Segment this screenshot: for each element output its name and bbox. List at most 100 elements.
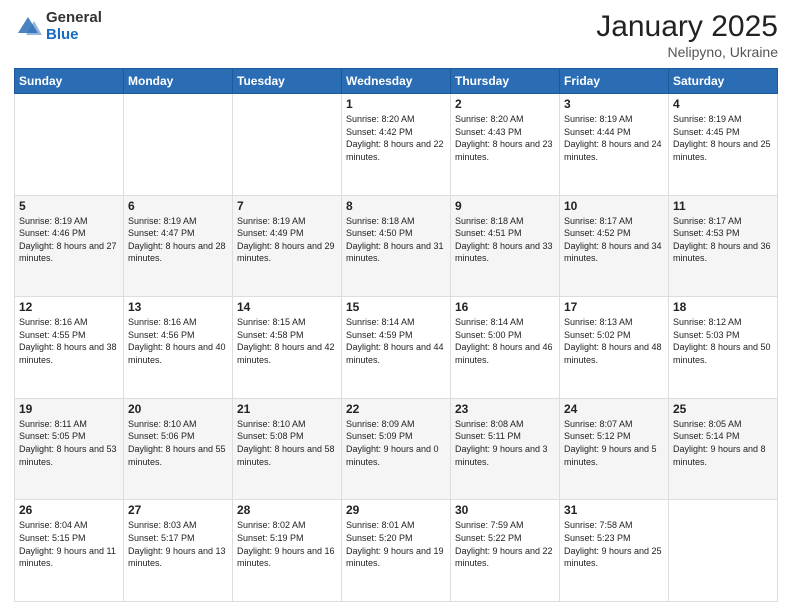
- day-number: 3: [564, 97, 664, 111]
- day-info: Sunrise: 8:19 AM Sunset: 4:46 PM Dayligh…: [19, 215, 119, 265]
- day-number: 24: [564, 402, 664, 416]
- logo: General Blue: [14, 10, 102, 43]
- day-number: 31: [564, 503, 664, 517]
- week-row-1: 1Sunrise: 8:20 AM Sunset: 4:42 PM Daylig…: [15, 94, 778, 196]
- logo-general: General: [46, 9, 102, 26]
- day-number: 21: [237, 402, 337, 416]
- day-info: Sunrise: 8:01 AM Sunset: 5:20 PM Dayligh…: [346, 519, 446, 569]
- day-cell: 17 Sunrise: 8:13 AM Sunset: 5:02 PM Dayli…: [560, 297, 669, 399]
- day-info: Sunrise: 8:09 AM Sunset: 5:09 PM Dayligh…: [346, 418, 446, 468]
- day-cell: 19 Sunrise: 8:11 AM Sunset: 5:05 PM Dayli…: [15, 398, 124, 500]
- header: General Blue January 2025 Nelipyno, Ukra…: [14, 10, 778, 60]
- col-monday: Monday: [124, 69, 233, 94]
- col-wednesday: Wednesday: [342, 69, 451, 94]
- day-number: 20: [128, 402, 228, 416]
- day-info: Sunrise: 8:19 AM Sunset: 4:47 PM Dayligh…: [128, 215, 228, 265]
- day-number: 8: [346, 199, 446, 213]
- day-number: 18: [673, 300, 773, 314]
- week-row-2: 5 Sunrise: 8:19 AM Sunset: 4:46 PM Daylig…: [15, 195, 778, 297]
- day-info: Sunrise: 8:10 AM Sunset: 5:06 PM Dayligh…: [128, 418, 228, 468]
- col-friday: Friday: [560, 69, 669, 94]
- day-cell: [124, 94, 233, 196]
- day-cell: [233, 94, 342, 196]
- calendar-header: Sunday Monday Tuesday Wednesday Thursday…: [15, 69, 778, 94]
- day-cell: 7 Sunrise: 8:19 AM Sunset: 4:49 PM Daylig…: [233, 195, 342, 297]
- logo-blue: Blue: [46, 26, 79, 43]
- day-cell: 29 Sunrise: 8:01 AM Sunset: 5:20 PM Dayli…: [342, 500, 451, 602]
- day-number: 26: [19, 503, 119, 517]
- day-cell: 12Sunrise: 8:16 AM Sunset: 4:55 PM Dayli…: [15, 297, 124, 399]
- day-info: Sunrise: 8:20 AM Sunset: 4:43 PM Dayligh…: [455, 113, 555, 163]
- day-cell: 25Sunrise: 8:05 AM Sunset: 5:14 PM Dayli…: [669, 398, 778, 500]
- location: Nelipyno, Ukraine: [596, 44, 778, 60]
- day-info: Sunrise: 8:15 AM Sunset: 4:58 PM Dayligh…: [237, 316, 337, 366]
- day-cell: 31 Sunrise: 7:58 AM Sunset: 5:23 PM Dayli…: [560, 500, 669, 602]
- day-number: 29: [346, 503, 446, 517]
- day-number: 17: [564, 300, 664, 314]
- day-number: 9: [455, 199, 555, 213]
- col-tuesday: Tuesday: [233, 69, 342, 94]
- day-cell: 27Sunrise: 8:03 AM Sunset: 5:17 PM Dayli…: [124, 500, 233, 602]
- day-cell: 14 Sunrise: 8:15 AM Sunset: 4:58 PM Dayli…: [233, 297, 342, 399]
- title-block: January 2025 Nelipyno, Ukraine: [596, 10, 778, 60]
- day-info: Sunrise: 7:58 AM Sunset: 5:23 PM Dayligh…: [564, 519, 664, 569]
- day-number: 4: [673, 97, 773, 111]
- day-cell: 2Sunrise: 8:20 AM Sunset: 4:43 PM Daylig…: [451, 94, 560, 196]
- day-cell: 24 Sunrise: 8:07 AM Sunset: 5:12 PM Dayli…: [560, 398, 669, 500]
- day-info: Sunrise: 8:02 AM Sunset: 5:19 PM Dayligh…: [237, 519, 337, 569]
- day-number: 30: [455, 503, 555, 517]
- day-info: Sunrise: 8:13 AM Sunset: 5:02 PM Dayligh…: [564, 316, 664, 366]
- day-cell: 3Sunrise: 8:19 AM Sunset: 4:44 PM Daylig…: [560, 94, 669, 196]
- col-sunday: Sunday: [15, 69, 124, 94]
- header-row: Sunday Monday Tuesday Wednesday Thursday…: [15, 69, 778, 94]
- day-number: 22: [346, 402, 446, 416]
- day-info: Sunrise: 8:18 AM Sunset: 4:50 PM Dayligh…: [346, 215, 446, 265]
- day-number: 6: [128, 199, 228, 213]
- day-cell: 5 Sunrise: 8:19 AM Sunset: 4:46 PM Daylig…: [15, 195, 124, 297]
- day-cell: 1Sunrise: 8:20 AM Sunset: 4:42 PM Daylig…: [342, 94, 451, 196]
- day-info: Sunrise: 8:12 AM Sunset: 5:03 PM Dayligh…: [673, 316, 773, 366]
- day-cell: 28 Sunrise: 8:02 AM Sunset: 5:19 PM Dayli…: [233, 500, 342, 602]
- day-info: Sunrise: 8:08 AM Sunset: 5:11 PM Dayligh…: [455, 418, 555, 468]
- calendar: Sunday Monday Tuesday Wednesday Thursday…: [14, 68, 778, 602]
- day-number: 28: [237, 503, 337, 517]
- day-cell: [15, 94, 124, 196]
- day-info: Sunrise: 8:07 AM Sunset: 5:12 PM Dayligh…: [564, 418, 664, 468]
- logo-icon: [14, 13, 42, 41]
- day-cell: 8 Sunrise: 8:18 AM Sunset: 4:50 PM Daylig…: [342, 195, 451, 297]
- week-row-3: 12Sunrise: 8:16 AM Sunset: 4:55 PM Dayli…: [15, 297, 778, 399]
- logo-text: General Blue: [46, 10, 102, 43]
- day-cell: 26 Sunrise: 8:04 AM Sunset: 5:15 PM Dayli…: [15, 500, 124, 602]
- day-number: 14: [237, 300, 337, 314]
- day-info: Sunrise: 8:11 AM Sunset: 5:05 PM Dayligh…: [19, 418, 119, 468]
- day-number: 7: [237, 199, 337, 213]
- day-info: Sunrise: 8:19 AM Sunset: 4:45 PM Dayligh…: [673, 113, 773, 163]
- day-cell: 20 Sunrise: 8:10 AM Sunset: 5:06 PM Dayli…: [124, 398, 233, 500]
- day-info: Sunrise: 8:17 AM Sunset: 4:52 PM Dayligh…: [564, 215, 664, 265]
- day-info: Sunrise: 8:20 AM Sunset: 4:42 PM Dayligh…: [346, 113, 446, 163]
- calendar-body: 1Sunrise: 8:20 AM Sunset: 4:42 PM Daylig…: [15, 94, 778, 602]
- col-saturday: Saturday: [669, 69, 778, 94]
- day-info: Sunrise: 7:59 AM Sunset: 5:22 PM Dayligh…: [455, 519, 555, 569]
- day-cell: [669, 500, 778, 602]
- day-cell: 13Sunrise: 8:16 AM Sunset: 4:56 PM Dayli…: [124, 297, 233, 399]
- day-info: Sunrise: 8:19 AM Sunset: 4:49 PM Dayligh…: [237, 215, 337, 265]
- day-number: 23: [455, 402, 555, 416]
- day-number: 19: [19, 402, 119, 416]
- week-row-4: 19 Sunrise: 8:11 AM Sunset: 5:05 PM Dayli…: [15, 398, 778, 500]
- day-number: 13: [128, 300, 228, 314]
- day-info: Sunrise: 8:05 AM Sunset: 5:14 PM Dayligh…: [673, 418, 773, 468]
- day-cell: 30 Sunrise: 7:59 AM Sunset: 5:22 PM Dayli…: [451, 500, 560, 602]
- month-title: January 2025: [596, 10, 778, 44]
- day-info: Sunrise: 8:03 AM Sunset: 5:17 PM Dayligh…: [128, 519, 228, 569]
- day-cell: 11 Sunrise: 8:17 AM Sunset: 4:53 PM Dayli…: [669, 195, 778, 297]
- day-number: 5: [19, 199, 119, 213]
- day-info: Sunrise: 8:17 AM Sunset: 4:53 PM Dayligh…: [673, 215, 773, 265]
- day-info: Sunrise: 8:14 AM Sunset: 5:00 PM Dayligh…: [455, 316, 555, 366]
- day-number: 15: [346, 300, 446, 314]
- day-number: 11: [673, 199, 773, 213]
- day-cell: 23 Sunrise: 8:08 AM Sunset: 5:11 PM Dayli…: [451, 398, 560, 500]
- day-info: Sunrise: 8:04 AM Sunset: 5:15 PM Dayligh…: [19, 519, 119, 569]
- day-info: Sunrise: 8:18 AM Sunset: 4:51 PM Dayligh…: [455, 215, 555, 265]
- day-cell: 4 Sunrise: 8:19 AM Sunset: 4:45 PM Daylig…: [669, 94, 778, 196]
